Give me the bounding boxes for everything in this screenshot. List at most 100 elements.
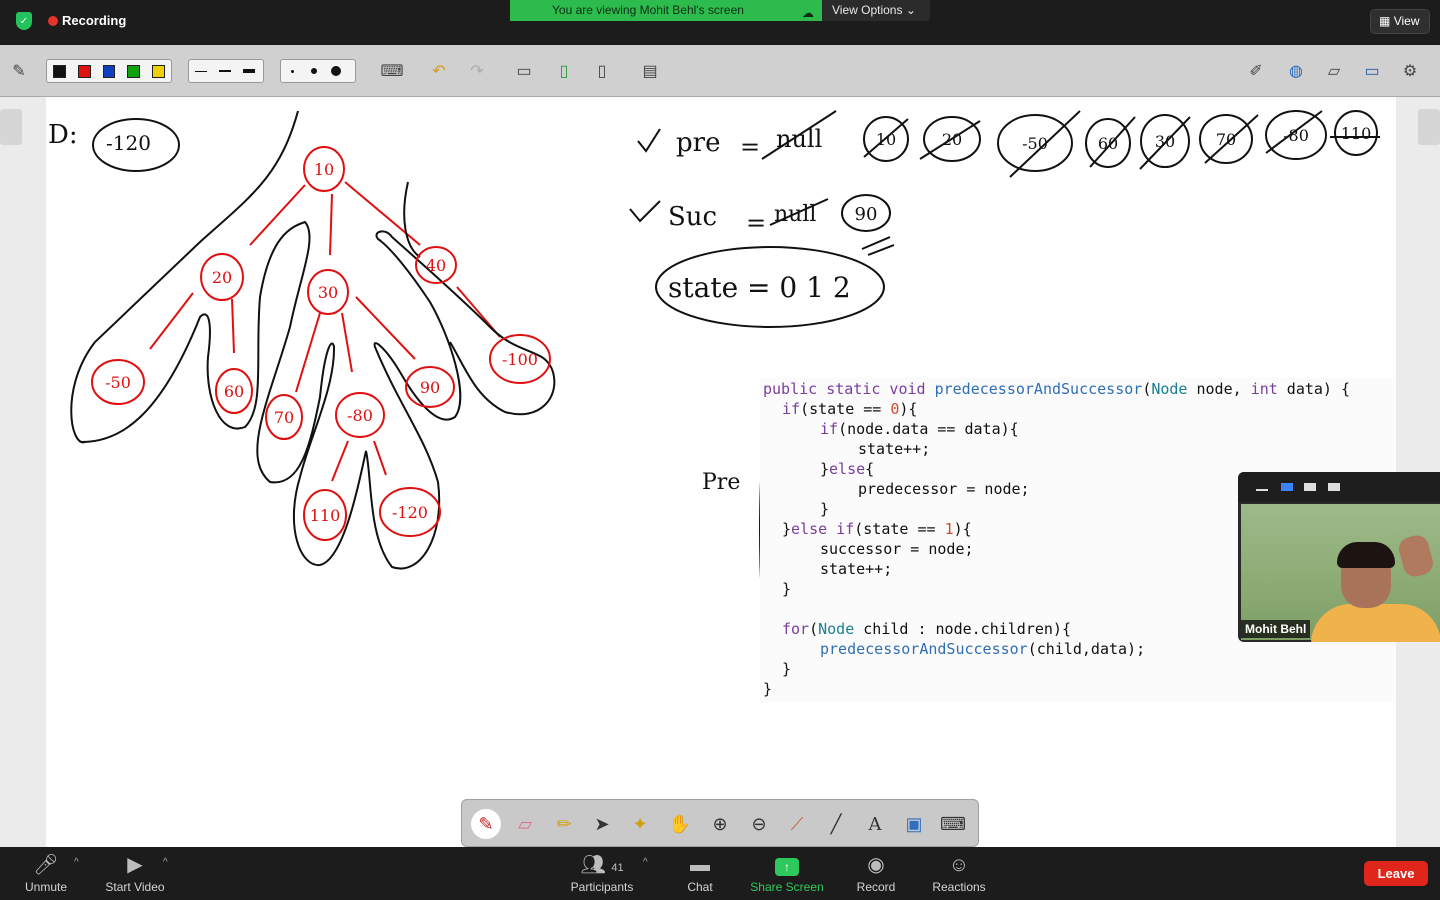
participant-video[interactable]: Mohit Behl [1238,472,1440,642]
reactions-label: Reactions [932,880,986,894]
keyboard-icon[interactable]: ⌨ [378,58,406,84]
participants-options-chevron-icon[interactable]: ^ [643,857,648,868]
reactions-button[interactable]: ☺ Reactions [928,852,990,894]
sequence-item: 60 [1098,134,1118,153]
start-video-button[interactable]: ▶︎ Start Video [98,852,172,894]
code-line: for(Node child : node.children){ [782,620,1071,638]
code-line: state++; [858,440,931,458]
audio-options-chevron-icon[interactable]: ^ [74,857,79,868]
meeting-controls-bar: 🎤︎ Unmute ^ ▶︎ Start Video ^ 👥︎ 41 Parti… [0,847,1440,900]
viewing-label: You are viewing Mohit Behl's screen [552,3,744,17]
highlighter-icon[interactable]: ✏ [549,809,579,839]
sequence-item: 110 [1341,124,1372,143]
line-thick-option[interactable] [239,69,259,73]
color-yellow-swatch[interactable] [152,64,165,78]
clear-icon[interactable]: ▤ [636,58,664,84]
view-button[interactable]: ▦ View [1370,9,1430,34]
participant-name: Mohit Behl [1241,620,1311,638]
eyedropper-icon[interactable]: ⟋ [782,809,812,839]
hand-pan-icon[interactable]: ✋ [665,809,695,839]
smiley-plus-icon: ☺ [948,854,970,876]
sequence-item: -80 [1283,126,1309,145]
person-hair [1337,542,1395,568]
view-options-button[interactable]: View Options ⌄ [822,0,930,21]
zoom-window: ✓ Recording You are viewing Mohit Behl's… [0,0,1440,900]
chat-button[interactable]: ▬ Chat [680,852,720,894]
color-red-swatch[interactable] [77,64,91,78]
code-line: if(state == 0){ [782,400,918,418]
viewing-banner: You are viewing Mohit Behl's screen ☁ [510,0,822,21]
node-label: 30 [318,283,338,302]
pen-icon[interactable]: ✎ [471,809,501,839]
unmute-button[interactable]: 🎤︎ Unmute [20,852,72,894]
record-button[interactable]: ◉ Record [852,852,900,894]
dot-small-option[interactable] [281,69,303,73]
minimize-icon[interactable] [1256,489,1268,491]
person-hand [1396,532,1436,580]
record-icon: ◉ [867,854,885,876]
video-off-icon: ▶︎ [127,854,143,876]
code-line: state++; [820,560,893,578]
settings-gear-icon[interactable]: ⚙ [1396,58,1424,84]
node-label: -100 [502,350,538,369]
node-label: 90 [420,378,440,397]
undo-icon[interactable]: ↶ [425,58,453,84]
pen-tool-icon[interactable]: ✎ [6,58,32,84]
leave-button[interactable]: Leave [1364,861,1428,886]
new-page-icon[interactable]: ▭ [510,58,538,84]
annotation-toolbar: ✎ ⌨ ↶ ↷ ▭ ▯ ▯ ▤ ✐ ◍ ▱ ▭ ⚙ [0,45,1440,97]
sequence-item: 10 [876,130,896,149]
zoom-out-icon[interactable]: ⊖ [744,809,774,839]
share-screen-button[interactable]: ↑ Share Screen [744,852,830,894]
line-tool-icon[interactable]: ╱ [821,809,851,839]
dot-size-group [280,59,356,83]
participants-button[interactable]: 👥︎ 41 Participants [562,852,642,894]
color-black-swatch[interactable] [53,64,66,78]
color-green-swatch[interactable] [127,64,141,78]
code-line: }else if(state == 1){ [782,520,972,538]
pre-code-label: Pre [702,470,740,495]
dot-large-option[interactable] [325,66,347,76]
zoom-in-icon[interactable]: ⊕ [705,809,735,839]
folder-icon[interactable]: ▱ [1320,58,1348,84]
tree-nodes [91,146,551,541]
participants-count: 41 [611,862,624,874]
code-line: if(node.data == data){ [820,420,1019,438]
next-page-icon[interactable]: ▯ [550,58,578,84]
text-tool-icon[interactable]: A [860,809,890,839]
dot-medium-option[interactable] [303,68,325,74]
monitor-icon[interactable]: ▭ [1358,58,1386,84]
video-controls [1238,472,1440,502]
start-video-label: Start Video [105,880,165,894]
unmute-label: Unmute [24,880,68,894]
recording-label: Recording [62,13,127,28]
globe-icon[interactable]: ◍ [1282,58,1310,84]
node-label: -120 [392,503,428,522]
screenshot-icon[interactable]: ▣ [899,809,929,839]
video-options-chevron-icon[interactable]: ^ [163,857,168,868]
pre-label: pre [676,128,720,158]
line-medium-option[interactable] [215,70,235,72]
select-arrow-icon[interactable]: ➤ [587,809,617,839]
security-shield-icon[interactable]: ✓ [16,12,32,30]
code-line: }else{ [820,460,875,478]
line-width-group [188,59,264,83]
sequence-item: -50 [1022,134,1048,153]
redo-icon[interactable]: ↷ [463,58,491,84]
eraser-icon[interactable]: ▱ [510,809,540,839]
code-line: public static void predecessorAndSuccess… [763,380,1351,398]
speaker-view-icon[interactable] [1281,483,1293,491]
gallery-view-icon[interactable] [1328,483,1340,491]
double-underline [861,236,895,256]
color-blue-swatch[interactable] [102,64,116,78]
edit-icon[interactable]: ✐ [1242,58,1270,84]
line-thin-option[interactable] [191,70,211,72]
whiteboard: D: -120 10 20 30 40 -50 60 70 -80 90 -10… [0,97,1440,847]
participants-label: Participants [570,880,634,894]
previous-page-icon[interactable]: ▯ [588,58,616,84]
magic-wand-icon[interactable]: ✦ [625,809,655,839]
strip-view-icon[interactable] [1304,483,1316,491]
code-line: predecessor = node; [858,480,1030,498]
drawing-toolbar: ✎ ▱ ✏ ➤ ✦ ✋ ⊕ ⊖ ⟋ ╱ A ▣ ⌨ [461,799,979,847]
keyboard-tool-icon[interactable]: ⌨ [938,809,968,839]
